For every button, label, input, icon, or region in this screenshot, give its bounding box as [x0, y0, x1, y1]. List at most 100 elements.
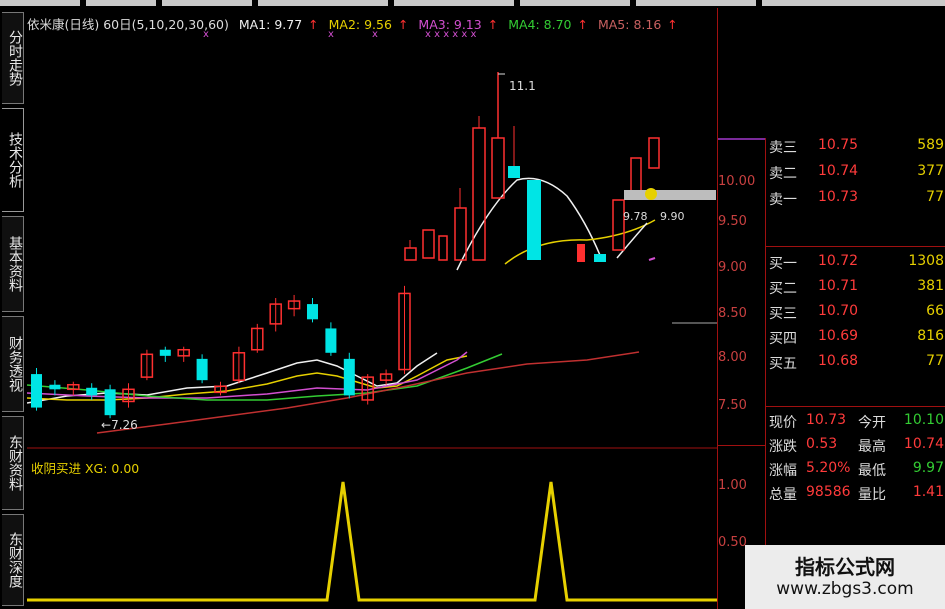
mid-annotation-2: 9.90 — [660, 210, 685, 223]
ask-volume: 377 — [917, 163, 944, 179]
indicator-signal-line — [27, 481, 717, 602]
tick-9: 9.00 — [718, 260, 747, 275]
candle-upper — [438, 235, 448, 261]
axis-divider — [718, 445, 766, 446]
ma-cross-mark: x x x x x x — [425, 29, 477, 40]
tick-8-5: 8.50 — [718, 306, 747, 321]
candle — [86, 387, 98, 396]
tab-financial[interactable]: 财务透视 — [2, 316, 24, 412]
quote-value: 1.41 — [912, 484, 944, 500]
menu-fragment[interactable] — [520, 0, 630, 6]
tick-9-5: 9.50 — [718, 214, 747, 229]
quote-label: 涨跌 — [769, 439, 797, 455]
bid-price: 10.72 — [818, 253, 859, 269]
site-watermark: 指标公式网 www.zbgs3.com — [745, 545, 945, 609]
candle-upper — [577, 244, 585, 262]
quote-value: 10.73 — [806, 412, 847, 428]
menu-fragment[interactable] — [258, 0, 388, 6]
quote-label: 今开 — [858, 415, 886, 431]
chart-area[interactable]: 依米康(日线) 60日(5,10,20,30,60) MA1: 9.77 ↑ MA… — [27, 8, 717, 609]
tab-eastmoney-info[interactable]: 东财资料 — [2, 416, 24, 510]
ask-price: 10.75 — [818, 137, 859, 153]
purple-marker — [648, 257, 656, 261]
tick-8: 8.00 — [718, 350, 747, 365]
ask-row: 卖二 10.74 377 — [766, 160, 945, 186]
watermark-title: 指标公式网 — [795, 555, 895, 579]
candle — [104, 389, 116, 416]
top-menu-strip — [0, 0, 945, 8]
quote-value: 9.97 — [912, 460, 944, 476]
candle-upper — [594, 254, 606, 262]
bid-volume: 816 — [917, 328, 944, 344]
bid-price: 10.71 — [818, 278, 859, 294]
tab-eastmoney-depth[interactable]: 东财深度 — [2, 514, 24, 606]
ma-curve-white-right — [616, 222, 648, 259]
quote-row: 涨幅 5.20% 最低 9.97 — [766, 458, 945, 484]
menu-fragment[interactable] — [762, 0, 945, 6]
bid-row: 买一 10.72 1308 — [766, 250, 945, 276]
quote-label: 现价 — [769, 415, 797, 431]
axis-top-line — [718, 138, 766, 140]
bid-label: 买一 — [769, 256, 797, 272]
indicator-title: 收阴买进 XG: 0.00 — [31, 461, 140, 476]
left-sidebar: 分时走势 技术分析 基本资料 财务透视 东财资料 东财深度 — [0, 8, 27, 609]
ask-price: 10.74 — [818, 163, 859, 179]
menu-fragment[interactable] — [162, 0, 252, 6]
ma-cross-mark: x — [203, 29, 209, 40]
quote-label: 最高 — [858, 439, 886, 455]
quote-value: 10.74 — [903, 436, 944, 452]
menu-fragment[interactable] — [86, 0, 156, 6]
tab-time-sharing[interactable]: 分时走势 — [2, 12, 24, 104]
tick-10: 10.00 — [718, 174, 756, 189]
bid-row: 买五 10.68 77 — [766, 350, 945, 376]
candle — [196, 358, 208, 381]
quote-value: 98586 — [806, 484, 851, 500]
candle-upper — [648, 137, 660, 169]
book-divider — [766, 246, 945, 247]
tick-7-5: 7.50 — [718, 398, 747, 413]
bid-label: 买四 — [769, 331, 797, 347]
tab-basic-info[interactable]: 基本资料 — [2, 216, 24, 312]
bid-label: 买五 — [769, 356, 797, 372]
quote-label: 最低 — [858, 463, 886, 479]
candle-upper — [527, 180, 541, 260]
menu-fragment[interactable] — [394, 0, 514, 6]
ask-label: 卖一 — [769, 192, 797, 208]
watermark-url: www.zbgs3.com — [776, 579, 914, 599]
candle — [49, 384, 61, 390]
ma-cross-mark: x — [372, 29, 378, 40]
ask-label: 卖三 — [769, 140, 797, 156]
candle — [31, 374, 42, 408]
moving-average-lines — [27, 177, 656, 434]
candlestick-chart[interactable]: 11.1 ←7.26 9.78 9.90 — [27, 8, 717, 609]
quote-divider — [766, 406, 945, 407]
quote-row: 总量 98586 量比 1.41 — [766, 482, 945, 508]
candle-upper — [422, 229, 435, 259]
bid-label: 买二 — [769, 281, 797, 297]
tick-1: 1.00 — [718, 478, 747, 493]
quote-label: 量比 — [858, 487, 886, 503]
upper-candles — [404, 72, 717, 324]
bid-row: 买二 10.71 381 — [766, 275, 945, 301]
xg-signal-line — [27, 481, 717, 602]
ask-volume: 589 — [917, 137, 944, 153]
candle-upper — [404, 247, 417, 261]
menu-fragment[interactable] — [0, 0, 80, 6]
bid-price: 10.68 — [818, 353, 859, 369]
candle — [343, 358, 355, 396]
quote-value: 5.20% — [806, 460, 851, 476]
high-annotation: 11.1 — [509, 79, 536, 93]
bid-volume: 77 — [926, 353, 944, 369]
quote-row: 现价 10.73 今开 10.10 — [766, 410, 945, 436]
candle-upper — [508, 166, 520, 178]
candle-upper — [472, 127, 486, 261]
mid-annotation-1: 9.78 — [623, 210, 648, 223]
quote-label: 涨幅 — [769, 463, 797, 479]
quote-value: 10.10 — [903, 412, 944, 428]
bid-label: 买三 — [769, 306, 797, 322]
tab-technical-analysis[interactable]: 技术分析 — [2, 108, 24, 212]
price-marker-dot — [645, 188, 657, 200]
low-annotation: ←7.26 — [101, 418, 138, 432]
price-marker-gray — [624, 190, 716, 200]
menu-fragment[interactable] — [636, 0, 756, 6]
